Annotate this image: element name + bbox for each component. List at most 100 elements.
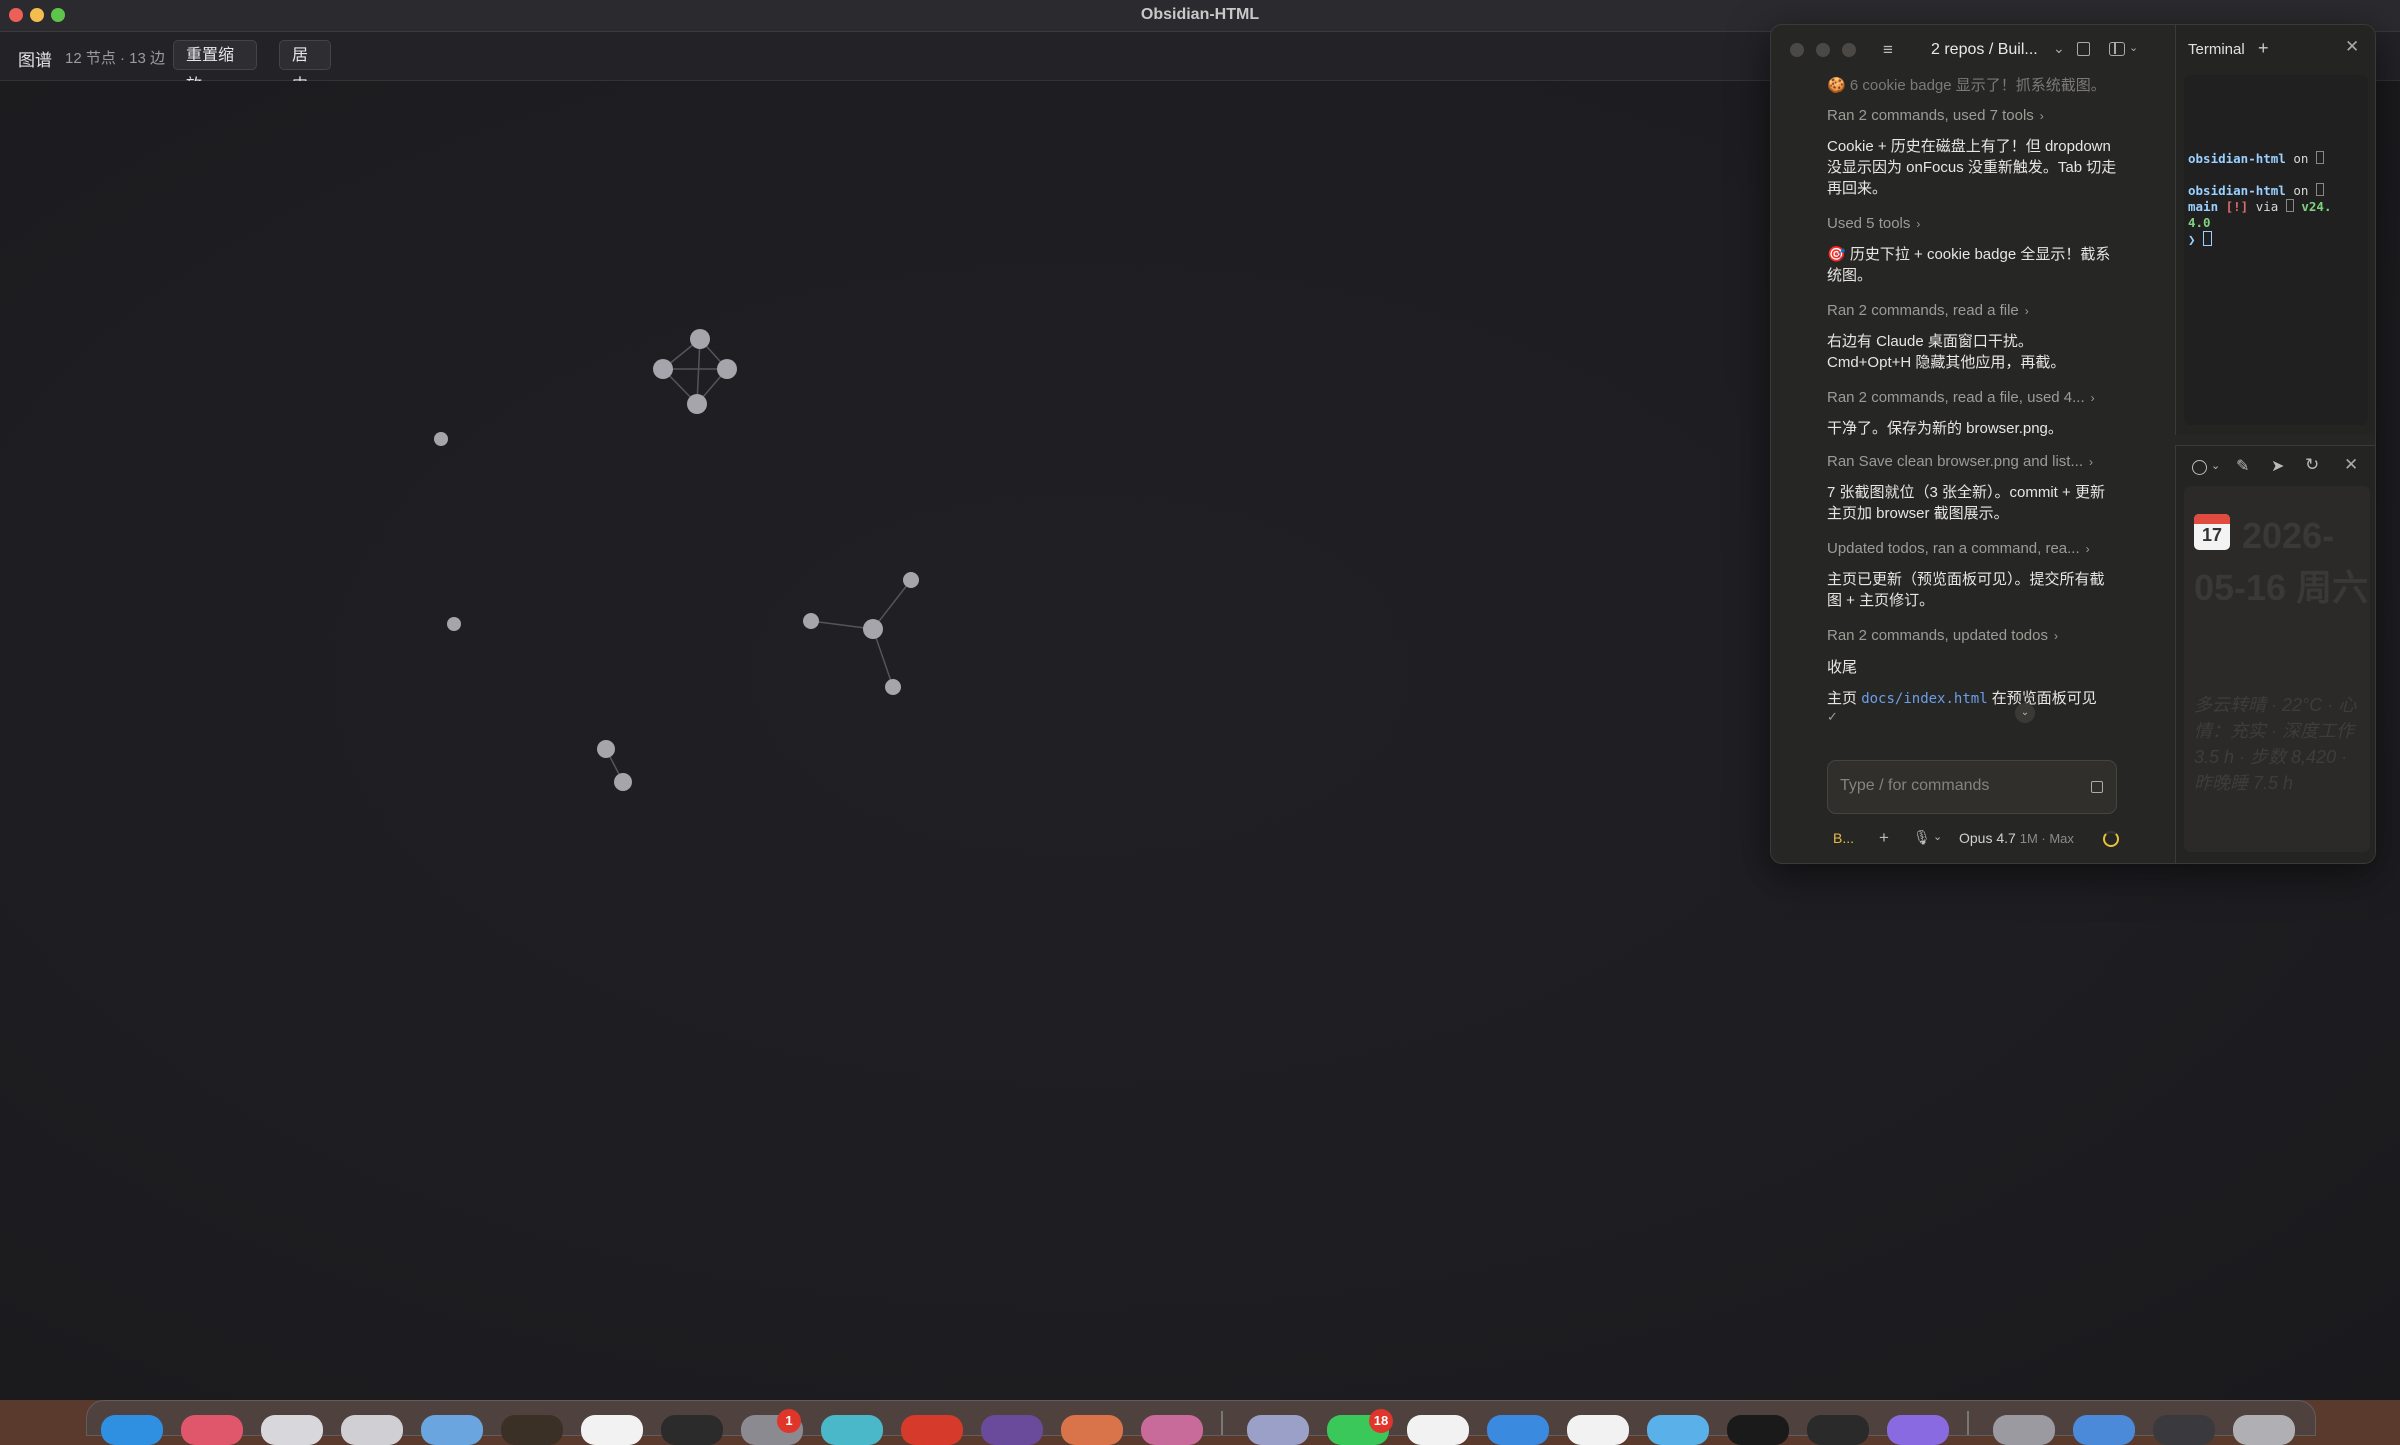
claude-minimize-button[interactable]	[1816, 43, 1830, 57]
preview-pane: ⌄ ✎ ➤ ↻ ✕ 17 2026- 05-16 周六 多云转晴 · 22°C …	[2175, 445, 2375, 863]
app-icon[interactable]	[1647, 1415, 1709, 1445]
preview-content[interactable]: 17 2026- 05-16 周六 多云转晴 · 22°C · 心情：充实 · …	[2184, 486, 2370, 852]
app-icon[interactable]	[821, 1415, 883, 1445]
chat-transcript[interactable]: 🍪 6 cookie badge 显示了！抓系统截图。 Ran 2 comman…	[1827, 75, 2117, 780]
graph-node[interactable]	[614, 773, 632, 791]
screenshot-icon[interactable]	[261, 1415, 323, 1445]
microphone-icon[interactable]: 🎙	[1913, 829, 1931, 846]
claude-close-button[interactable]	[1790, 43, 1804, 57]
terminal-tab[interactable]: Terminal	[2188, 41, 2245, 58]
graph-node[interactable]	[717, 359, 737, 379]
add-icon[interactable]: +	[1879, 828, 1889, 848]
tool-summary[interactable]: Ran 2 commands, read a file ›	[1827, 300, 2029, 322]
tool-summary[interactable]: Ran 2 commands, used 7 tools ›	[1827, 105, 2044, 127]
tool-summary[interactable]: Updated todos, ran a command, rea... ›	[1827, 538, 2090, 560]
chatgpt-icon[interactable]	[1727, 1415, 1789, 1445]
branch-glyph-icon	[2315, 183, 2324, 196]
terminal-text: on	[2285, 151, 2316, 166]
chevron-down-icon[interactable]: ⌄	[2129, 41, 2138, 54]
app-icon[interactable]	[1407, 1415, 1469, 1445]
tool-summary[interactable]: Ran 2 commands, updated todos ›	[1827, 625, 2058, 647]
graph-node[interactable]	[803, 613, 819, 629]
app-icon[interactable]	[981, 1415, 1043, 1445]
graph-node[interactable]	[434, 432, 448, 446]
obsidian-icon[interactable]	[501, 1415, 563, 1445]
app-icon[interactable]	[1141, 1415, 1203, 1445]
app-icon[interactable]	[2153, 1415, 2215, 1445]
pencil-icon[interactable]: ✎	[2236, 456, 2249, 476]
notes-icon[interactable]	[341, 1415, 403, 1445]
model-selector[interactable]: Opus 4.7 1M · Max	[1959, 830, 2074, 846]
graph-title: 图谱	[18, 51, 52, 70]
graph-node[interactable]	[687, 394, 707, 414]
app-icon[interactable]	[901, 1415, 963, 1445]
command-input[interactable]: Type / for commands	[1827, 760, 2117, 814]
tool-summary[interactable]: Ran Save clean browser.png and list... ›	[1827, 451, 2093, 473]
trash-icon[interactable]	[2233, 1415, 2295, 1445]
graph-node[interactable]	[690, 329, 710, 349]
scroll-to-bottom-button[interactable]: ⌄	[2015, 703, 2035, 723]
section-heading: 收尾	[1827, 659, 1858, 676]
close-icon[interactable]: ✕	[2345, 37, 2359, 57]
chevron-down-icon[interactable]: ⌄	[2211, 459, 2220, 472]
graph-node[interactable]	[863, 619, 883, 639]
terminal-cursor	[2203, 231, 2213, 246]
graph-node[interactable]	[447, 617, 461, 631]
close-icon[interactable]: ✕	[2344, 455, 2358, 475]
reload-icon[interactable]: ↻	[2305, 455, 2319, 475]
terminal-line: 4.0	[2188, 215, 2211, 231]
safari-icon[interactable]	[421, 1415, 483, 1445]
branch-glyph-icon	[2315, 151, 2324, 164]
calendar-day: 17	[2201, 525, 2223, 545]
claude-zoom-button[interactable]	[1842, 43, 1856, 57]
finder-icon[interactable]	[101, 1415, 163, 1445]
node-glyph-icon	[2285, 199, 2294, 212]
reset-zoom-button[interactable]: 重置缩放	[173, 40, 257, 94]
graph-node[interactable]	[903, 572, 919, 588]
new-terminal-icon[interactable]: +	[2258, 38, 2269, 59]
terminal-line: ❯	[2188, 231, 2213, 248]
stop-icon[interactable]	[2091, 781, 2103, 793]
repo-selector[interactable]: 2 repos / Buil...	[1931, 41, 2038, 59]
terminal-version: 4.0	[2188, 215, 2211, 230]
graph-nodes[interactable]	[434, 329, 919, 791]
chevron-down-icon[interactable]: ⌄	[2053, 40, 2065, 57]
app-icon[interactable]	[1887, 1415, 1949, 1445]
chevron-down-icon[interactable]: ⌄	[1933, 830, 1942, 843]
globe-icon[interactable]	[2192, 460, 2207, 475]
model-context: 1M · Max	[2019, 831, 2074, 846]
claude-window: ≡ 2 repos / Buil... ⌄ ⌄ 🍪 6 cookie badge…	[1770, 24, 2376, 864]
graph-node[interactable]	[885, 679, 901, 695]
claude-app-icon[interactable]	[1061, 1415, 1123, 1445]
app-icon[interactable]	[1807, 1415, 1869, 1445]
music-icon[interactable]	[181, 1415, 243, 1445]
app-icon[interactable]	[1487, 1415, 1549, 1445]
date-heading-part1: 2026-	[2242, 515, 2335, 556]
chat-message: 主页 docs/index.html 在预览面板可见	[1827, 688, 2117, 710]
downloads-icon[interactable]	[2073, 1415, 2135, 1445]
app-icon[interactable]	[1247, 1415, 1309, 1445]
panel-layout-icon[interactable]	[2109, 42, 2125, 56]
tool-summary-label: Ran 2 commands, used 7 tools	[1827, 107, 2034, 124]
chevron-right-icon: ›	[2085, 542, 2090, 556]
branch-button[interactable]: B...	[1833, 830, 1854, 846]
model-name: Opus 4.7	[1959, 830, 2016, 846]
pointer-icon[interactable]: ➤	[2271, 456, 2284, 476]
folder-icon[interactable]	[1993, 1415, 2055, 1445]
calendar-app-icon[interactable]	[581, 1415, 643, 1445]
usage-ring-icon[interactable]	[2103, 831, 2119, 847]
graph-node[interactable]	[597, 740, 615, 758]
center-button[interactable]: 居中	[279, 40, 331, 94]
terminal-app-icon[interactable]	[661, 1415, 723, 1445]
tool-summary[interactable]: Used 5 tools ›	[1827, 213, 1920, 235]
terminal-output[interactable]: obsidian-html on obsidian-html on main […	[2184, 75, 2368, 425]
app-icon[interactable]	[1567, 1415, 1629, 1445]
tool-summary[interactable]: Ran 2 commands, read a file, used 4... ›	[1827, 387, 2095, 409]
terminal-text: on	[2285, 183, 2316, 198]
graph-node[interactable]	[653, 359, 673, 379]
input-placeholder: Type / for commands	[1840, 777, 1990, 794]
settings-badge: 1	[777, 1409, 801, 1433]
document-icon[interactable]	[2077, 42, 2090, 56]
menu-icon[interactable]: ≡	[1883, 40, 1893, 60]
calendar-icon: 17	[2194, 514, 2230, 550]
